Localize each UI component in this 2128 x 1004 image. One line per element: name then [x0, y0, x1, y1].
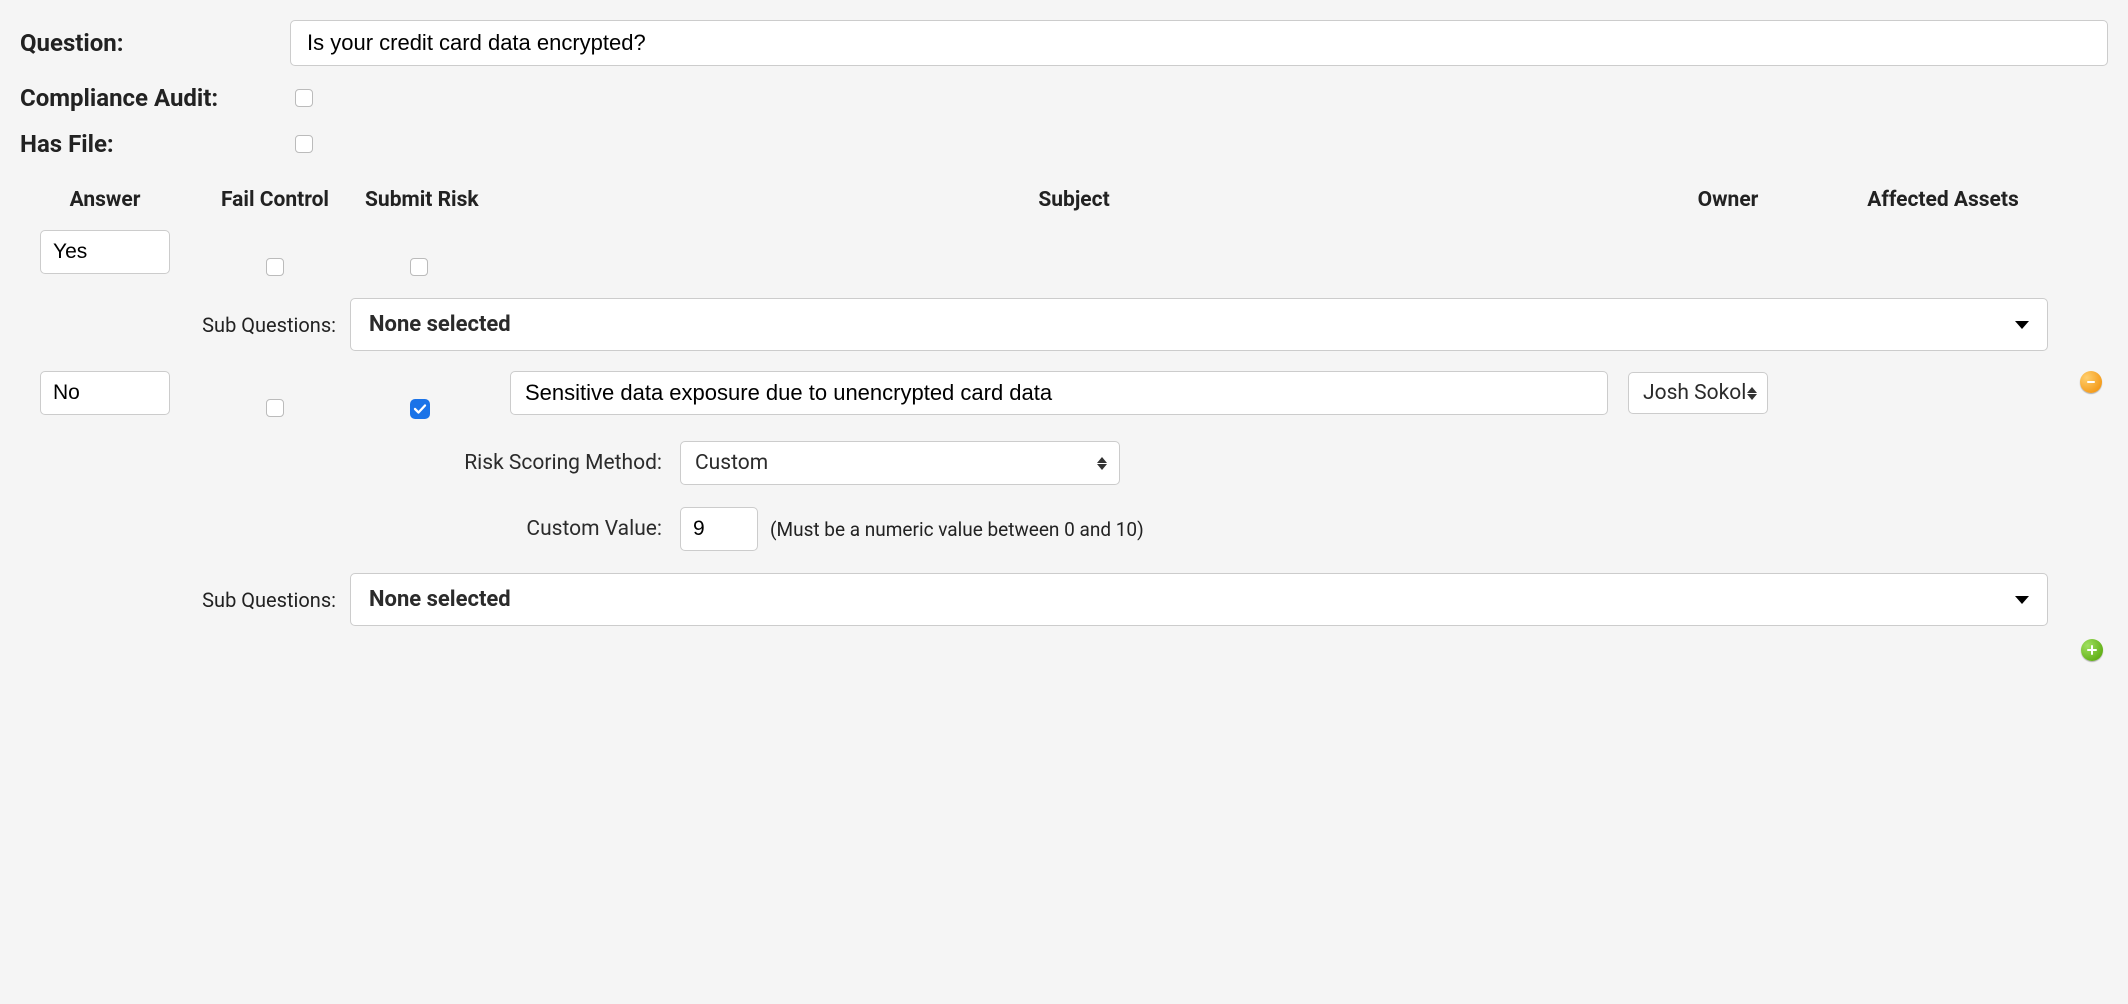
header-fail-control: Fail Control: [190, 188, 360, 212]
sub-questions-label: Sub Questions:: [20, 588, 350, 612]
sub-questions-value: None selected: [369, 312, 511, 337]
risk-scoring-method-label: Risk Scoring Method:: [20, 451, 680, 475]
sub-questions-select[interactable]: None selected: [350, 298, 2048, 351]
header-submit-risk: Submit Risk: [360, 188, 510, 212]
caret-down-icon: [2015, 321, 2029, 329]
fail-control-checkbox[interactable]: [266, 258, 284, 276]
header-affected-assets: Affected Assets: [1818, 188, 2068, 212]
caret-down-icon: [2015, 596, 2029, 604]
owner-select[interactable]: Josh Sokol: [1628, 372, 1768, 414]
custom-value-input[interactable]: [680, 507, 758, 551]
header-owner: Owner: [1638, 188, 1818, 212]
header-subject: Subject: [510, 188, 1638, 212]
add-row-button[interactable]: [2081, 639, 2103, 661]
question-label: Question:: [20, 29, 290, 57]
minus-icon: [2086, 377, 2096, 387]
submit-risk-checkbox[interactable]: [410, 258, 428, 276]
remove-row-button[interactable]: [2080, 371, 2102, 393]
submit-risk-checkbox[interactable]: [410, 399, 430, 419]
has-file-label: Has File:: [20, 130, 290, 158]
sub-questions-value: None selected: [369, 587, 511, 612]
sub-questions-label: Sub Questions:: [20, 313, 350, 337]
fail-control-checkbox[interactable]: [266, 399, 284, 417]
plus-icon: [2086, 644, 2098, 656]
custom-value-hint: (Must be a numeric value between 0 and 1…: [770, 518, 1144, 541]
select-arrows-icon: [1747, 387, 1757, 400]
has-file-checkbox[interactable]: [295, 135, 313, 153]
owner-value: Josh Sokol: [1643, 381, 1746, 405]
answer-input[interactable]: [40, 230, 170, 274]
compliance-audit-checkbox[interactable]: [295, 89, 313, 107]
select-arrows-icon: [1097, 457, 1107, 470]
question-input[interactable]: [290, 20, 2108, 66]
header-answer: Answer: [20, 188, 190, 212]
checkmark-icon: [412, 401, 428, 417]
sub-questions-select[interactable]: None selected: [350, 573, 2048, 626]
compliance-audit-label: Compliance Audit:: [20, 84, 290, 112]
risk-scoring-method-value: Custom: [695, 451, 768, 475]
answer-input[interactable]: [40, 371, 170, 415]
subject-input[interactable]: [510, 371, 1608, 415]
custom-value-label: Custom Value:: [20, 517, 680, 541]
risk-scoring-method-select[interactable]: Custom: [680, 441, 1120, 485]
